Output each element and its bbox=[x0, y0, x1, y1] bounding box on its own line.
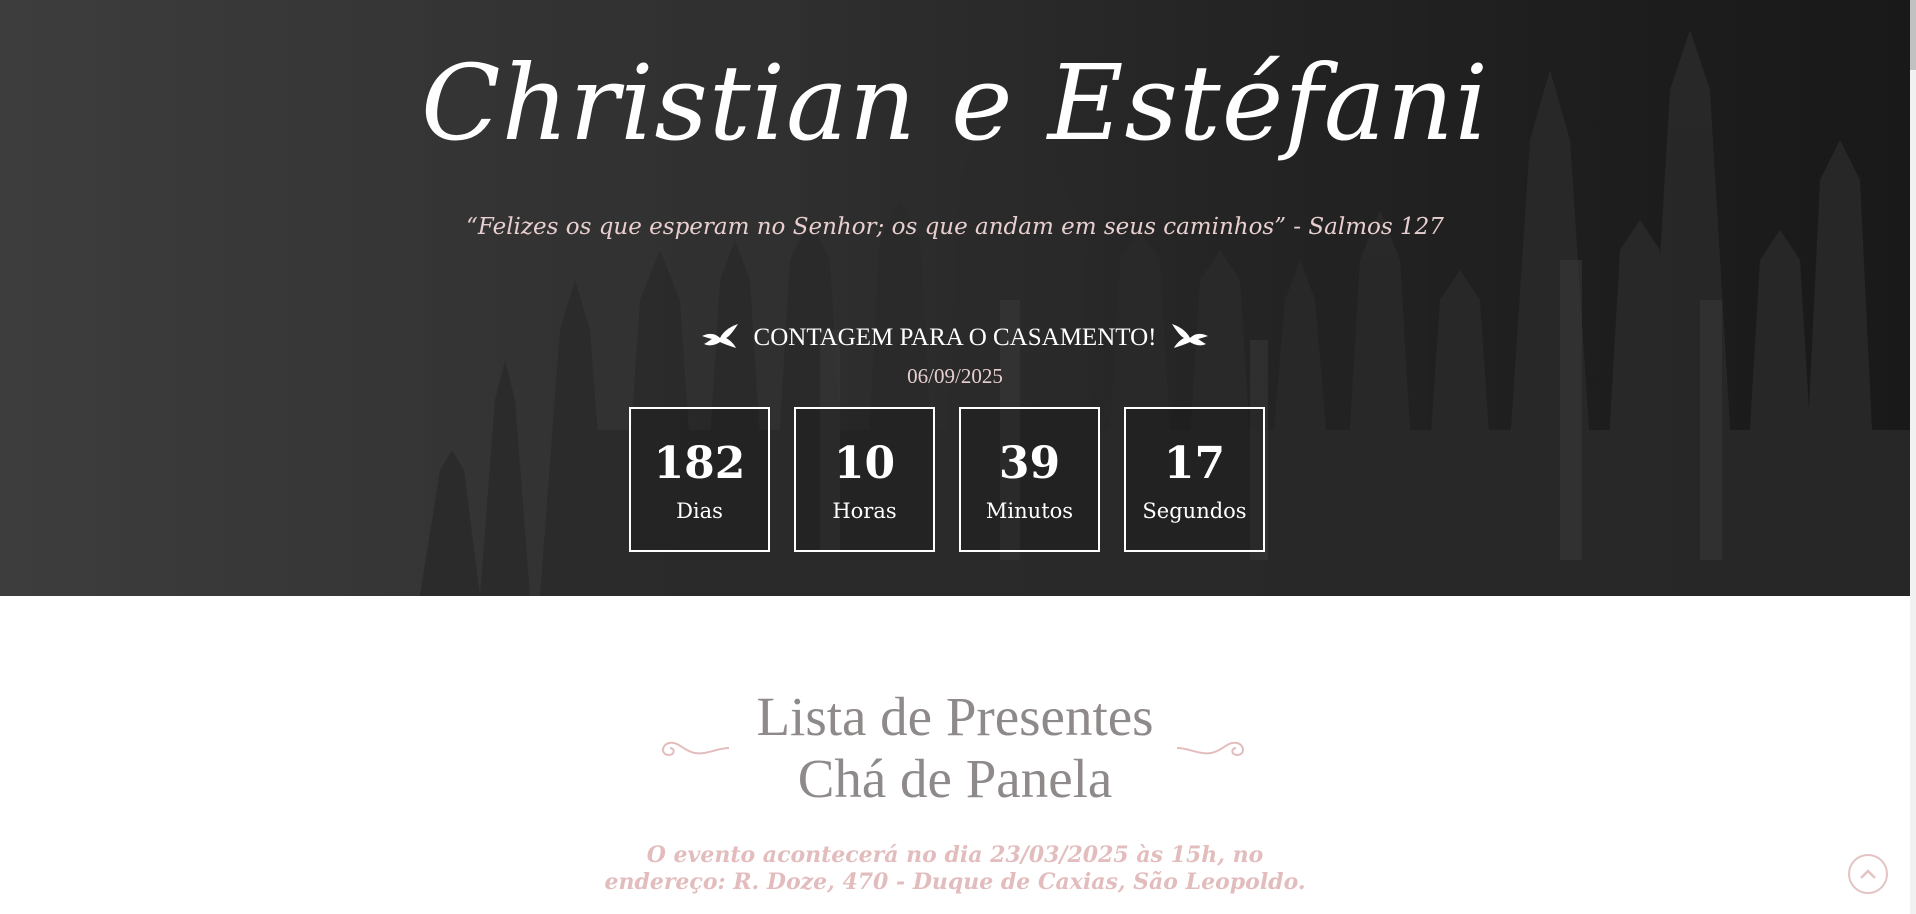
section-title: Lista de Presentes Chá de Panela bbox=[0, 686, 1910, 810]
dove-icon bbox=[1172, 324, 1209, 348]
event-info: O evento acontecerá no dia 23/03/2025 às… bbox=[0, 842, 1910, 896]
scrollbar-thumb[interactable] bbox=[1910, 0, 1916, 70]
countdown-days: 182 Dias bbox=[629, 407, 770, 552]
chevron-up-icon bbox=[1860, 869, 1876, 879]
hero-banner: Christian e Estéfani “Felizes os que esp… bbox=[0, 0, 1910, 596]
countdown-timer: 182 Dias 10 Horas 39 Minutos 17 Segundos bbox=[629, 407, 1265, 552]
countdown-hours: 10 Horas bbox=[794, 407, 935, 552]
section-title-line2: Chá de Panela bbox=[797, 748, 1113, 809]
countdown-minutes-label: Minutos bbox=[985, 499, 1074, 523]
countdown-heading-text: CONTAGEM PARA O CASAMENTO! bbox=[753, 324, 1157, 351]
page: Christian e Estéfani “Felizes os que esp… bbox=[0, 0, 1916, 914]
wedding-date: 06/09/2025 bbox=[907, 364, 1003, 388]
countdown-minutes: 39 Minutos bbox=[959, 407, 1100, 552]
event-info-line2: endereço: R. Doze, 470 - Duque de Caxias… bbox=[604, 869, 1306, 895]
dove-icon bbox=[701, 324, 738, 348]
countdown-days-label: Dias bbox=[676, 499, 723, 523]
countdown-hours-value: 10 bbox=[833, 438, 896, 489]
back-to-top-button[interactable] bbox=[1848, 854, 1888, 894]
bible-quote: “Felizes os que esperam no Senhor; os qu… bbox=[466, 214, 1444, 240]
event-info-line1: O evento acontecerá no dia 23/03/2025 às… bbox=[646, 842, 1264, 868]
countdown-seconds: 17 Segundos bbox=[1124, 407, 1265, 552]
countdown-heading: CONTAGEM PARA O CASAMENTO! bbox=[0, 322, 1910, 354]
section-title-line1: Lista de Presentes bbox=[756, 686, 1154, 747]
flourish-ornament-icon bbox=[1176, 741, 1244, 757]
countdown-seconds-label: Segundos bbox=[1142, 499, 1247, 523]
page-scrollbar[interactable] bbox=[1910, 0, 1916, 914]
countdown-hours-label: Horas bbox=[832, 499, 897, 523]
countdown-days-value: 182 bbox=[653, 438, 746, 489]
countdown-minutes-value: 39 bbox=[998, 438, 1061, 489]
couple-names-title: Christian e Estéfani bbox=[421, 42, 1489, 164]
countdown-seconds-value: 17 bbox=[1163, 438, 1226, 489]
